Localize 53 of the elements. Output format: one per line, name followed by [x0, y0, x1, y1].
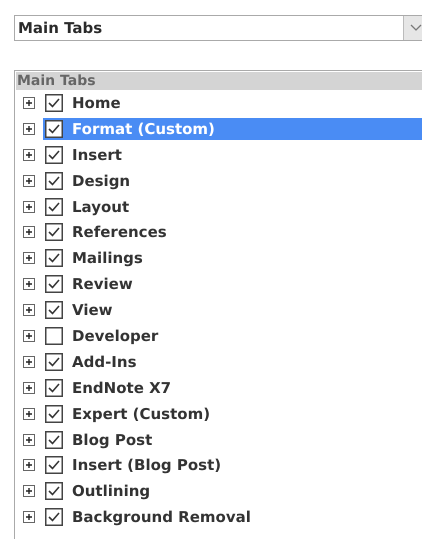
checkbox[interactable]: [45, 120, 63, 138]
expand-icon[interactable]: [23, 382, 35, 394]
expand-icon[interactable]: [23, 200, 35, 212]
checkbox[interactable]: [45, 301, 63, 320]
expand-icon[interactable]: [23, 408, 35, 420]
tree-item[interactable]: Blog Post: [43, 428, 422, 451]
checkbox[interactable]: [45, 198, 63, 216]
expand-icon[interactable]: [23, 122, 35, 135]
tree-item[interactable]: Expert (Custom): [43, 402, 422, 425]
tree-item[interactable]: Outlining: [43, 480, 422, 502]
checkbox[interactable]: [45, 275, 63, 294]
expand-icon[interactable]: [23, 356, 35, 368]
tree-item[interactable]: Mailings: [43, 247, 422, 270]
tab-dropdown[interactable]: Main Tabs: [14, 15, 422, 41]
expand-icon[interactable]: [23, 252, 35, 264]
expand-icon[interactable]: [23, 485, 35, 498]
checkbox[interactable]: [45, 456, 63, 474]
checkbox[interactable]: [45, 223, 63, 242]
expand-icon[interactable]: [23, 148, 35, 161]
tree-item[interactable]: Layout: [43, 196, 422, 218]
checkbox[interactable]: [45, 146, 63, 164]
tree-item[interactable]: References: [43, 221, 422, 244]
checkbox[interactable]: [45, 326, 63, 345]
tree-item[interactable]: Background Removal: [43, 506, 422, 528]
checkbox[interactable]: [45, 430, 63, 449]
tree-item[interactable]: Developer: [43, 324, 422, 347]
checkbox[interactable]: [45, 172, 63, 190]
checkbox[interactable]: [45, 404, 63, 423]
expand-icon[interactable]: [23, 96, 35, 109]
checkbox[interactable]: [45, 94, 63, 112]
checkbox[interactable]: [45, 378, 63, 397]
tree-item[interactable]: Insert: [43, 144, 422, 166]
chevron-down-icon: [410, 24, 422, 32]
tree-item[interactable]: Insert (Blog Post): [43, 454, 422, 476]
expand-icon[interactable]: [23, 174, 35, 187]
checkbox[interactable]: [45, 482, 63, 500]
tree-item[interactable]: Review: [43, 273, 422, 296]
expand-icon[interactable]: [23, 304, 35, 316]
expand-icon[interactable]: [23, 459, 35, 472]
checkbox[interactable]: [45, 508, 63, 526]
tree-item[interactable]: Add-Ins: [43, 350, 422, 373]
tree-item[interactable]: View: [43, 299, 422, 322]
tree-item[interactable]: Design: [43, 170, 422, 192]
expand-icon[interactable]: [23, 511, 35, 524]
tree-item[interactable]: EndNote X7: [43, 376, 422, 399]
checkbox[interactable]: [45, 352, 63, 371]
tree-item[interactable]: Home: [43, 92, 422, 114]
expand-icon[interactable]: [23, 330, 35, 342]
tree-header: Main Tabs: [16, 72, 422, 90]
expand-icon[interactable]: [23, 278, 35, 290]
checkbox[interactable]: [45, 249, 63, 268]
expand-icon[interactable]: [23, 434, 35, 446]
expand-icon[interactable]: [23, 226, 35, 238]
